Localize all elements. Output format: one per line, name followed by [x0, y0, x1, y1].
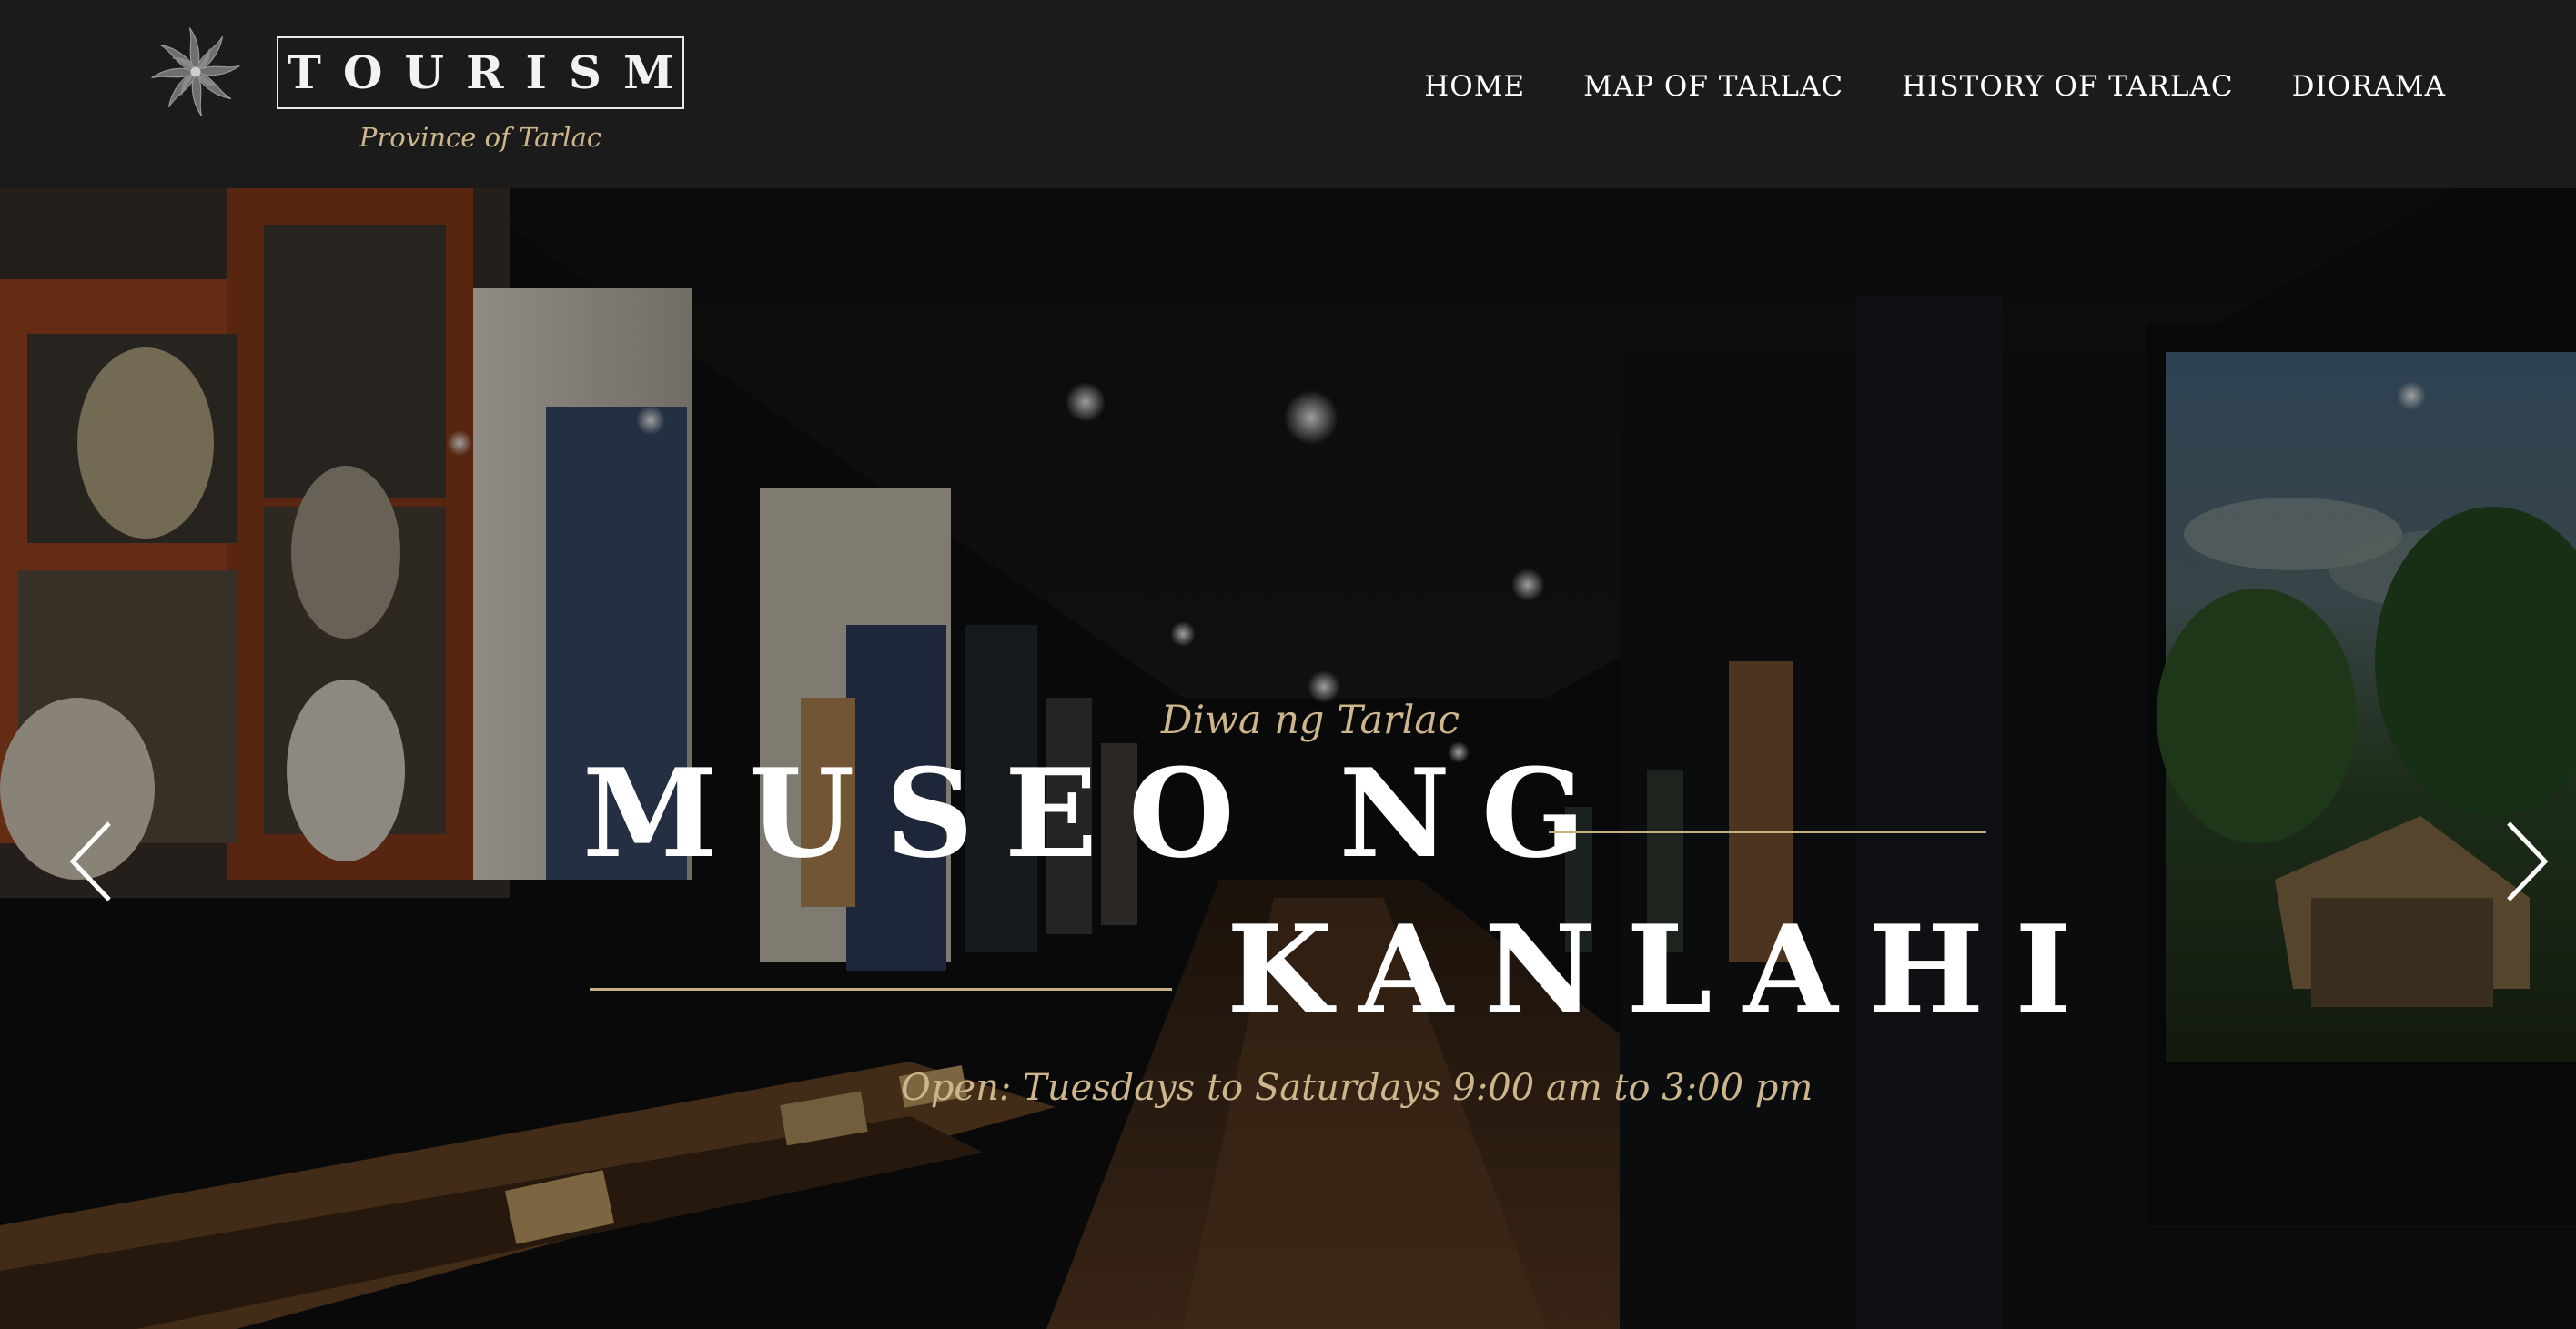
nav-map-of-tarlac[interactable]: MAP OF TARLAC	[1583, 70, 1844, 103]
hero-title-line-1: MUSEO NG	[582, 741, 1617, 885]
opening-hours: Open: Tuesdays to Saturdays 9:00 am to 3…	[901, 1067, 1813, 1109]
title-divider-left	[590, 988, 1172, 991]
logo-wordmark-box: TOURISM	[277, 36, 684, 109]
nav-history-of-tarlac[interactable]: HISTORY OF TARLAC	[1902, 70, 2234, 103]
hero-slider: Diwa ng Tarlac MUSEO NG KANLAHI Open: Tu…	[0, 188, 2576, 1329]
hero-eyebrow: Diwa ng Tarlac	[1160, 698, 1460, 743]
logo-subtitle: Province of Tarlac	[359, 122, 602, 153]
flower-logo-icon	[151, 27, 240, 116]
chevron-left-icon[interactable]	[66, 816, 120, 907]
main-nav: HOME MAP OF TARLAC HISTORY OF TARLAC DIO…	[1424, 70, 2446, 103]
site-header: TOURISM Province of Tarlac HOME MAP OF T…	[0, 0, 2576, 188]
chevron-right-icon[interactable]	[2498, 816, 2552, 907]
title-divider-right	[1549, 831, 1986, 833]
nav-diorama[interactable]: DIORAMA	[2292, 70, 2446, 103]
logo-wordmark: TOURISM	[287, 45, 696, 99]
logo-link[interactable]: TOURISM Province of Tarlac	[146, 20, 692, 166]
hero-title-line-2: KANLAHI	[1227, 898, 2103, 1042]
nav-home[interactable]: HOME	[1424, 70, 1525, 103]
